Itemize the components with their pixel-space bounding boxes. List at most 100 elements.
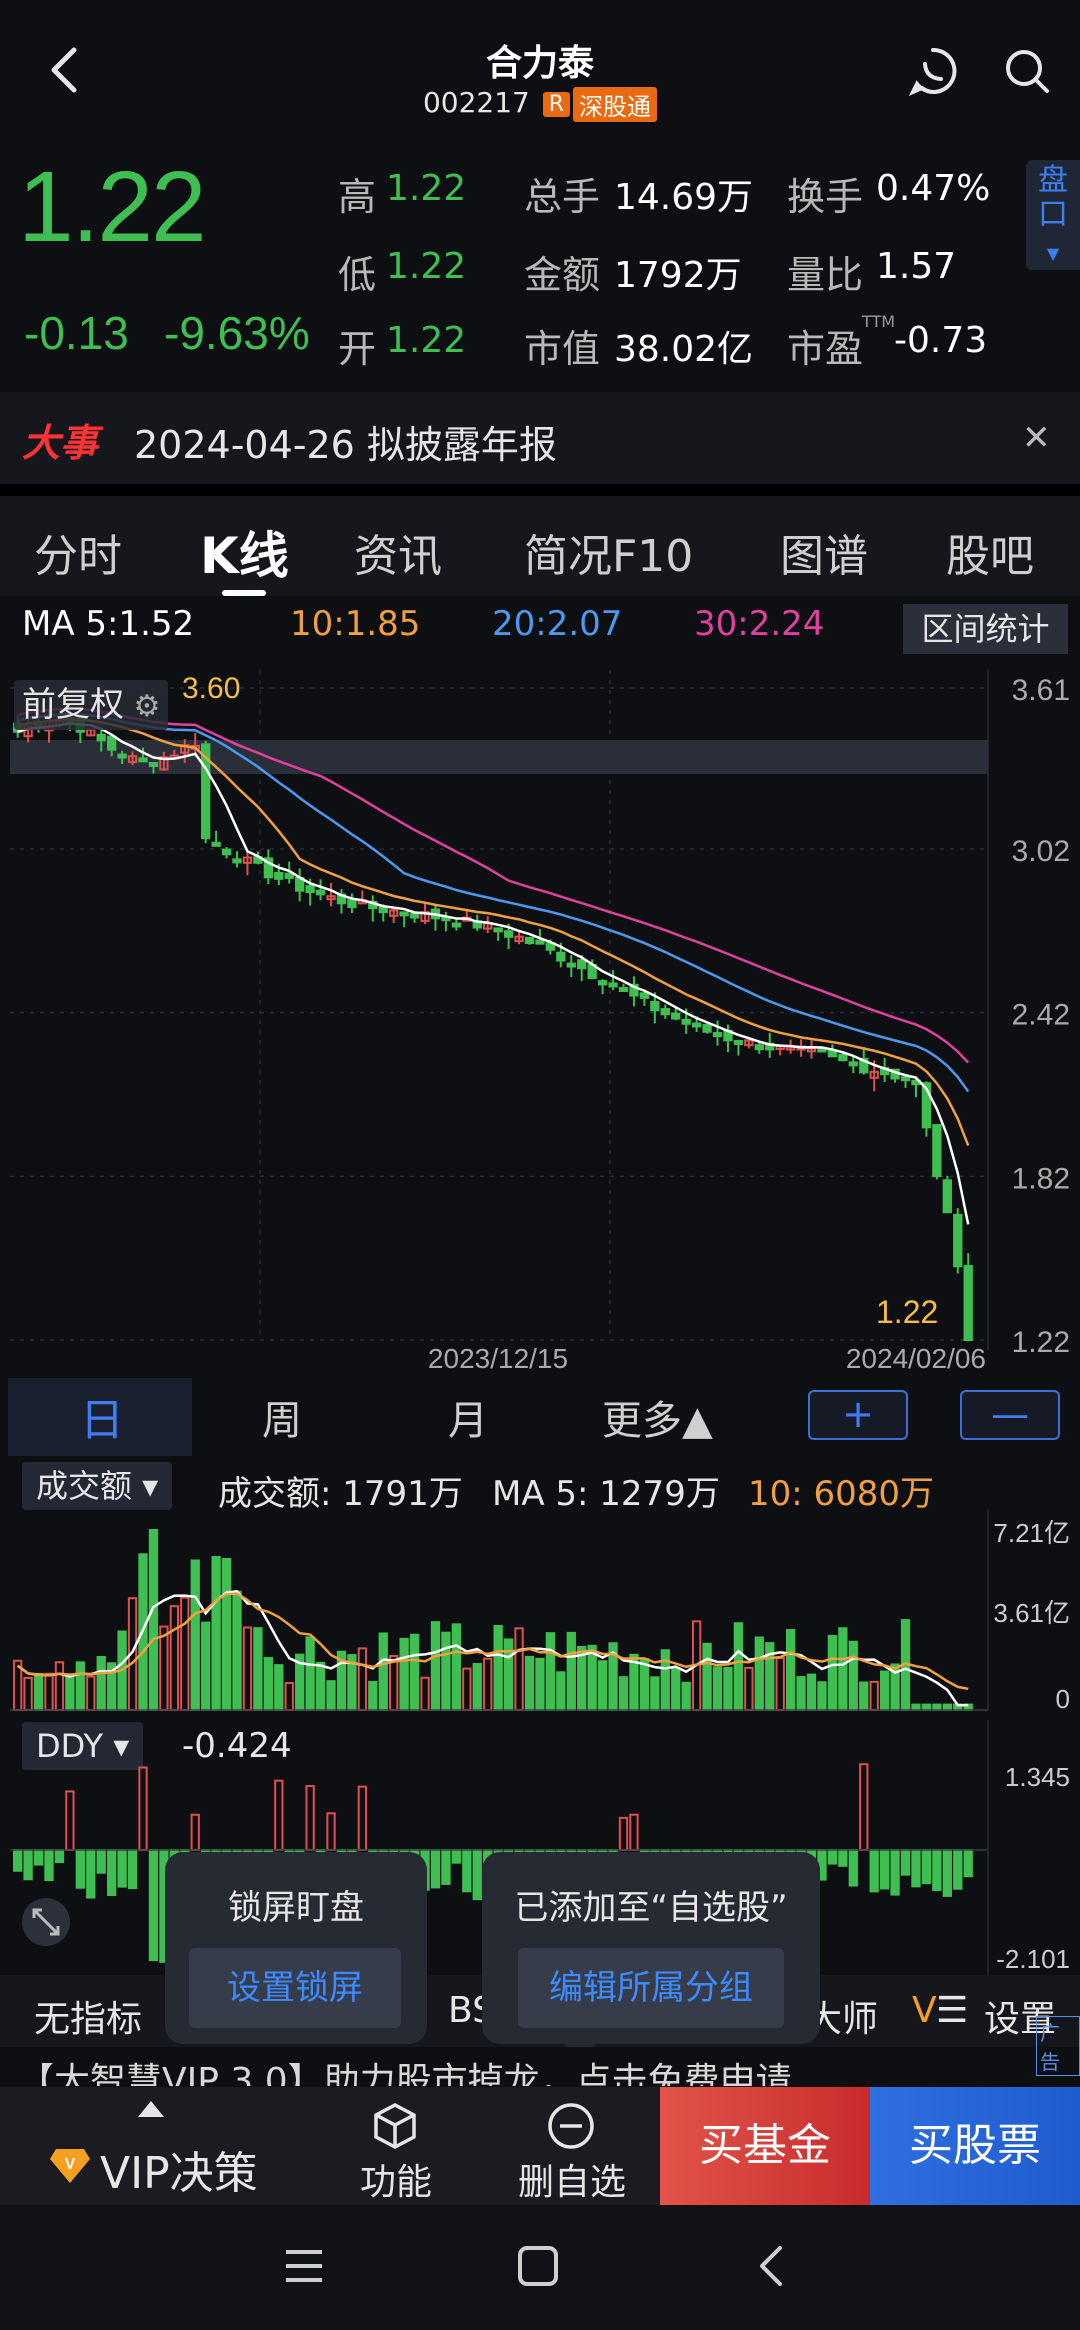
tab-graph[interactable]: 图谱 xyxy=(780,520,868,584)
volume-bar xyxy=(409,1633,420,1711)
candle xyxy=(754,1044,764,1051)
buy-stock-button[interactable]: 买股票 xyxy=(870,2087,1080,2205)
candle xyxy=(305,885,315,894)
x-axis-label: 2023/12/15 xyxy=(428,1343,568,1374)
volume-bar xyxy=(827,1634,838,1711)
remove-watchlist-button[interactable]: 删自选 xyxy=(500,2087,640,2205)
caret-up-icon xyxy=(138,2101,164,2117)
candle xyxy=(399,911,409,917)
home-icon[interactable] xyxy=(516,2244,560,2288)
candle xyxy=(932,1124,942,1178)
back-nav-icon[interactable] xyxy=(756,2244,786,2288)
amount-label: 金额 xyxy=(524,253,601,297)
volume-bar xyxy=(702,1642,712,1711)
volume-bar xyxy=(378,1632,388,1711)
edit-group-button[interactable]: 编辑所属分组 xyxy=(518,1948,784,2028)
volume-bar xyxy=(535,1657,545,1712)
volume-bar xyxy=(305,1636,315,1711)
search-icon[interactable] xyxy=(1002,46,1052,96)
ddy-bar xyxy=(462,1849,472,1893)
period-more[interactable]: 更多▲ xyxy=(602,1388,713,1446)
volume-bar xyxy=(180,1596,190,1711)
candle xyxy=(107,735,117,751)
candle xyxy=(493,927,503,933)
volume-bar xyxy=(838,1627,848,1711)
ddy-bar xyxy=(963,1849,973,1878)
volume-bar xyxy=(859,1681,869,1712)
vip-decision-button[interactable]: V VIP决策 xyxy=(0,2087,300,2205)
ddy-bar xyxy=(65,1790,75,1851)
tab-f10[interactable]: 简况F10 xyxy=(524,520,693,584)
ad-text[interactable]: 【大智慧VIP 3.0】助力股市掉龙，点击免费申请 xyxy=(18,2052,792,2086)
period-month[interactable]: 月 xyxy=(448,1388,488,1446)
chat-icon[interactable] xyxy=(908,46,958,96)
vip-diamond-icon: V xyxy=(50,2149,90,2183)
volume-bar xyxy=(879,1670,890,1711)
market-connect-tag[interactable]: 深股通 xyxy=(573,86,658,122)
news-text[interactable]: 2024-04-26 拟披露年报 xyxy=(134,414,557,469)
menu-icon[interactable] xyxy=(282,2246,326,2286)
settings-gear-icon: ⚙ xyxy=(124,689,161,724)
set-lock-button[interactable]: 设置锁屏 xyxy=(189,1948,401,2028)
candle xyxy=(900,1076,911,1082)
volume-bar xyxy=(618,1676,629,1711)
volume-bar xyxy=(357,1647,368,1712)
tab-intraday[interactable]: 分时 xyxy=(34,520,122,584)
volume-chart[interactable]: 7.21亿 3.61亿 0 xyxy=(0,1510,1080,1720)
volume-y-label: 0 xyxy=(1056,1684,1070,1714)
volume-indicator-selector[interactable]: 成交额 ▾ xyxy=(22,1462,173,1510)
volume-bar xyxy=(869,1680,879,1712)
function-button[interactable]: 功能 xyxy=(330,2087,460,2205)
ma10-value: 10:1.85 xyxy=(290,604,421,644)
stock-code: 002217 xyxy=(422,86,530,119)
divider xyxy=(0,484,1080,496)
kline-chart[interactable]: 3.61 3.02 2.42 1.82 1.22 2023/12/15 2024/02/06 xyxy=(0,660,1080,1380)
range-stat-button[interactable]: 区间统计 xyxy=(903,604,1068,654)
ddy-bar xyxy=(117,1849,127,1888)
pankou-toggle[interactable]: 盘口 ▼ xyxy=(1026,160,1080,270)
tab-news[interactable]: 资讯 xyxy=(354,520,442,584)
candle xyxy=(451,922,462,928)
volume-bar xyxy=(190,1559,200,1711)
candle xyxy=(681,1018,691,1025)
zoom-out-button[interactable]: — xyxy=(960,1390,1060,1440)
volume-bar xyxy=(86,1675,96,1711)
zoom-in-button[interactable]: + xyxy=(808,1390,908,1440)
price-change: -0.13 xyxy=(24,307,129,359)
ddy-bar xyxy=(838,1849,848,1867)
candle xyxy=(838,1054,848,1062)
volume-label: 总手 xyxy=(524,175,601,219)
candle xyxy=(618,986,629,992)
ddy-bar xyxy=(107,1849,117,1896)
ddy-bar xyxy=(827,1849,838,1865)
volume-bar xyxy=(201,1621,211,1711)
ddy-bar xyxy=(54,1849,65,1864)
lock-popup-title: 锁屏盯盘 xyxy=(228,1888,364,1928)
close-icon[interactable]: ✕ xyxy=(1022,418,1051,458)
candle xyxy=(503,930,514,938)
candle xyxy=(577,959,587,970)
period-day[interactable]: 日 xyxy=(80,1384,124,1448)
expand-icon[interactable] xyxy=(20,1896,72,1948)
low-mark-label: 1.22 xyxy=(876,1294,939,1330)
volume-bar xyxy=(712,1666,723,1711)
volume-bar xyxy=(441,1631,451,1711)
volume-bar xyxy=(451,1623,462,1711)
buy-fund-button[interactable]: 买基金 xyxy=(660,2087,870,2205)
tab-forum[interactable]: 股吧 xyxy=(946,520,1034,584)
mktcap-value: 38.02亿 xyxy=(614,329,754,370)
candle xyxy=(691,1022,702,1028)
turnover-label: 换手 xyxy=(787,175,864,219)
ddy-bar xyxy=(430,1849,441,1889)
tab-kline[interactable]: K线 xyxy=(200,516,289,588)
volume-y-label: 7.21亿 xyxy=(993,1518,1070,1548)
indicator-none[interactable]: 无指标 xyxy=(34,1990,142,2042)
volume-bar xyxy=(462,1667,472,1711)
period-week[interactable]: 周 xyxy=(262,1388,302,1446)
high-mark-label: 3.60 xyxy=(182,672,241,705)
adjust-toggle[interactable]: 前复权 ⚙ xyxy=(14,680,169,730)
pe-ttm-sup: TTM xyxy=(862,312,896,331)
turnover-value: 0.47% xyxy=(876,168,991,209)
candle xyxy=(953,1213,963,1268)
candle xyxy=(660,1008,670,1016)
